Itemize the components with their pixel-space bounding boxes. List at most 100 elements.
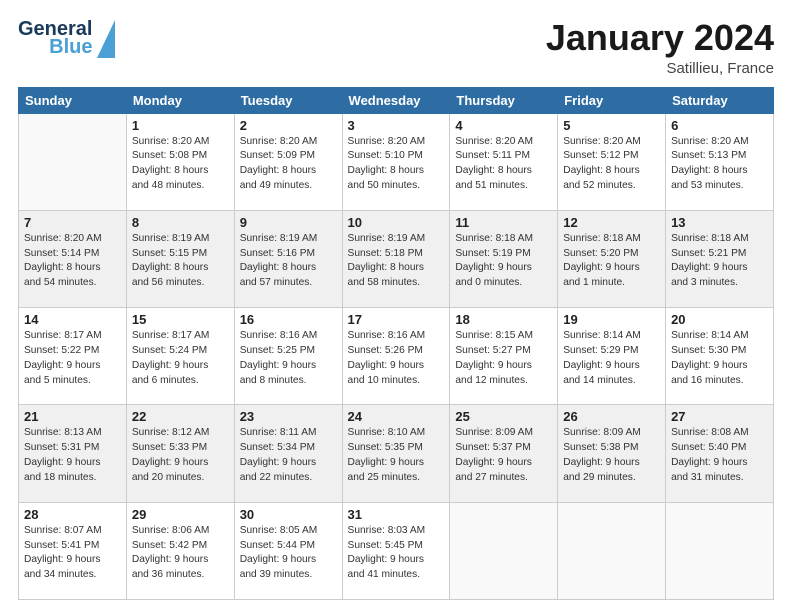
header-friday: Friday	[558, 87, 666, 113]
day-number: 25	[455, 409, 552, 424]
day-info: Sunrise: 8:18 AMSunset: 5:20 PMDaylight:…	[563, 232, 660, 291]
logo-triangle-icon	[97, 20, 115, 58]
day-number: 19	[563, 312, 660, 327]
day-number: 31	[348, 507, 445, 522]
table-row: 27 Sunrise: 8:08 AMSunset: 5:40 PMDayligh…	[666, 405, 774, 502]
header-sunday: Sunday	[19, 87, 127, 113]
table-row: 23Sunrise: 8:11 AMSunset: 5:34 PMDayligh…	[234, 405, 342, 502]
calendar-week-row: 1 Sunrise: 8:20 AMSunset: 5:08 PMDaylight…	[19, 113, 774, 210]
table-row: 9 Sunrise: 8:19 AMSunset: 5:16 PMDaylight…	[234, 210, 342, 307]
table-row: 13 Sunrise: 8:18 AMSunset: 5:21 PMDayligh…	[666, 210, 774, 307]
header: General Blue January 2024 Satillieu, Fra…	[18, 18, 774, 77]
day-number: 6	[671, 118, 768, 133]
title-block: January 2024 Satillieu, France	[546, 18, 774, 77]
day-info: Sunrise: 8:07 AMSunset: 5:41 PMDaylight:…	[24, 524, 121, 583]
header-tuesday: Tuesday	[234, 87, 342, 113]
calendar-week-row: 21 Sunrise: 8:13 AMSunset: 5:31 PMDayligh…	[19, 405, 774, 502]
day-info: Sunrise: 8:08 AMSunset: 5:40 PMDaylight:…	[671, 426, 768, 485]
day-number: 24	[348, 409, 445, 424]
table-row	[19, 113, 127, 210]
day-number: 9	[240, 215, 337, 230]
calendar-page: General Blue January 2024 Satillieu, Fra…	[0, 0, 792, 612]
day-info: Sunrise: 8:17 AMSunset: 5:24 PMDaylight:…	[132, 329, 229, 388]
day-info: Sunrise: 8:17 AMSunset: 5:22 PMDaylight:…	[24, 329, 121, 388]
day-info: Sunrise: 8:19 AMSunset: 5:16 PMDaylight:…	[240, 232, 337, 291]
logo-text-blue: Blue	[49, 36, 92, 58]
table-row: 7 Sunrise: 8:20 AMSunset: 5:14 PMDaylight…	[19, 210, 127, 307]
table-row: 14 Sunrise: 8:17 AMSunset: 5:22 PMDayligh…	[19, 308, 127, 405]
day-info: Sunrise: 8:09 AMSunset: 5:38 PMDaylight:…	[563, 426, 660, 485]
header-wednesday: Wednesday	[342, 87, 450, 113]
day-number: 14	[24, 312, 121, 327]
day-number: 18	[455, 312, 552, 327]
day-number: 15	[132, 312, 229, 327]
day-info: Sunrise: 8:13 AMSunset: 5:31 PMDaylight:…	[24, 426, 121, 485]
header-monday: Monday	[126, 87, 234, 113]
table-row	[666, 502, 774, 599]
header-saturday: Saturday	[666, 87, 774, 113]
day-info: Sunrise: 8:19 AMSunset: 5:15 PMDaylight:…	[132, 232, 229, 291]
day-info: Sunrise: 8:18 AMSunset: 5:21 PMDaylight:…	[671, 232, 768, 291]
day-number: 4	[455, 118, 552, 133]
table-row: 16 Sunrise: 8:16 AMSunset: 5:25 PMDayligh…	[234, 308, 342, 405]
day-info: Sunrise: 8:10 AMSunset: 5:35 PMDaylight:…	[348, 426, 445, 485]
day-info: Sunrise: 8:20 AMSunset: 5:14 PMDaylight:…	[24, 232, 121, 291]
table-row: 18 Sunrise: 8:15 AMSunset: 5:27 PMDayligh…	[450, 308, 558, 405]
table-row: 5 Sunrise: 8:20 AMSunset: 5:12 PMDaylight…	[558, 113, 666, 210]
day-number: 11	[455, 215, 552, 230]
weekday-header-row: Sunday Monday Tuesday Wednesday Thursday…	[19, 87, 774, 113]
day-number: 13	[671, 215, 768, 230]
table-row: 12 Sunrise: 8:18 AMSunset: 5:20 PMDayligh…	[558, 210, 666, 307]
day-info: Sunrise: 8:16 AMSunset: 5:25 PMDaylight:…	[240, 329, 337, 388]
table-row: 29Sunrise: 8:06 AMSunset: 5:42 PMDayligh…	[126, 502, 234, 599]
table-row: 8 Sunrise: 8:19 AMSunset: 5:15 PMDaylight…	[126, 210, 234, 307]
day-info: Sunrise: 8:14 AMSunset: 5:29 PMDaylight:…	[563, 329, 660, 388]
day-number: 21	[24, 409, 121, 424]
header-thursday: Thursday	[450, 87, 558, 113]
day-number: 16	[240, 312, 337, 327]
day-number: 10	[348, 215, 445, 230]
day-info: Sunrise: 8:12 AMSunset: 5:33 PMDaylight:…	[132, 426, 229, 485]
day-info: Sunrise: 8:11 AMSunset: 5:34 PMDaylight:…	[240, 426, 337, 485]
day-number: 22	[132, 409, 229, 424]
calendar-week-row: 28 Sunrise: 8:07 AMSunset: 5:41 PMDayligh…	[19, 502, 774, 599]
table-row	[558, 502, 666, 599]
table-row: 11Sunrise: 8:18 AMSunset: 5:19 PMDayligh…	[450, 210, 558, 307]
day-number: 20	[671, 312, 768, 327]
table-row: 6 Sunrise: 8:20 AMSunset: 5:13 PMDaylight…	[666, 113, 774, 210]
table-row: 4 Sunrise: 8:20 AMSunset: 5:11 PMDaylight…	[450, 113, 558, 210]
day-number: 1	[132, 118, 229, 133]
day-info: Sunrise: 8:14 AMSunset: 5:30 PMDaylight:…	[671, 329, 768, 388]
table-row: 22 Sunrise: 8:12 AMSunset: 5:33 PMDayligh…	[126, 405, 234, 502]
calendar-week-row: 7 Sunrise: 8:20 AMSunset: 5:14 PMDaylight…	[19, 210, 774, 307]
table-row: 3 Sunrise: 8:20 AMSunset: 5:10 PMDaylight…	[342, 113, 450, 210]
day-info: Sunrise: 8:20 AMSunset: 5:13 PMDaylight:…	[671, 135, 768, 194]
table-row: 19 Sunrise: 8:14 AMSunset: 5:29 PMDayligh…	[558, 308, 666, 405]
table-row: 31Sunrise: 8:03 AMSunset: 5:45 PMDayligh…	[342, 502, 450, 599]
day-info: Sunrise: 8:19 AMSunset: 5:18 PMDaylight:…	[348, 232, 445, 291]
day-number: 27	[671, 409, 768, 424]
day-number: 12	[563, 215, 660, 230]
day-number: 5	[563, 118, 660, 133]
day-info: Sunrise: 8:20 AMSunset: 5:10 PMDaylight:…	[348, 135, 445, 194]
day-number: 29	[132, 507, 229, 522]
day-number: 17	[348, 312, 445, 327]
table-row	[450, 502, 558, 599]
day-number: 8	[132, 215, 229, 230]
day-number: 28	[24, 507, 121, 522]
day-info: Sunrise: 8:20 AMSunset: 5:08 PMDaylight:…	[132, 135, 229, 194]
day-info: Sunrise: 8:16 AMSunset: 5:26 PMDaylight:…	[348, 329, 445, 388]
day-info: Sunrise: 8:20 AMSunset: 5:09 PMDaylight:…	[240, 135, 337, 194]
table-row: 30Sunrise: 8:05 AMSunset: 5:44 PMDayligh…	[234, 502, 342, 599]
table-row: 2Sunrise: 8:20 AMSunset: 5:09 PMDaylight…	[234, 113, 342, 210]
table-row: 26Sunrise: 8:09 AMSunset: 5:38 PMDayligh…	[558, 405, 666, 502]
day-number: 7	[24, 215, 121, 230]
day-info: Sunrise: 8:20 AMSunset: 5:12 PMDaylight:…	[563, 135, 660, 194]
day-info: Sunrise: 8:20 AMSunset: 5:11 PMDaylight:…	[455, 135, 552, 194]
logo: General Blue	[18, 18, 115, 58]
day-info: Sunrise: 8:05 AMSunset: 5:44 PMDaylight:…	[240, 524, 337, 583]
day-info: Sunrise: 8:15 AMSunset: 5:27 PMDaylight:…	[455, 329, 552, 388]
table-row: 17 Sunrise: 8:16 AMSunset: 5:26 PMDayligh…	[342, 308, 450, 405]
table-row: 24 Sunrise: 8:10 AMSunset: 5:35 PMDayligh…	[342, 405, 450, 502]
day-number: 3	[348, 118, 445, 133]
